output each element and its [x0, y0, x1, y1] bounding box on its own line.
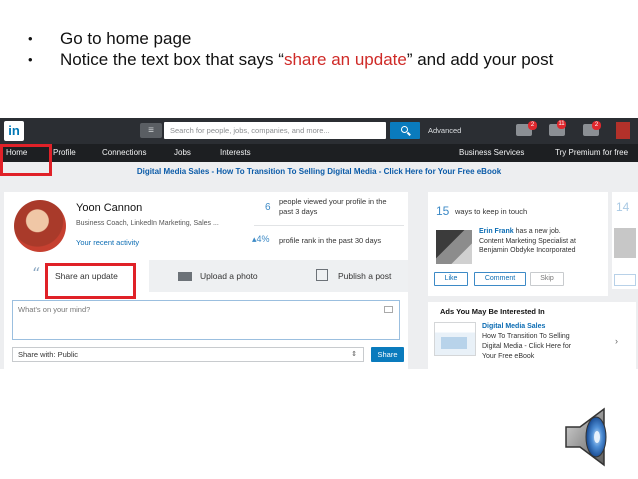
recent-activity-link[interactable]: Your recent activity [76, 238, 139, 247]
messages-badge: 2 [528, 121, 537, 130]
share-button[interactable]: Share [371, 347, 404, 362]
instruction-item: • Go to home page [28, 28, 553, 49]
add-connections-icon[interactable]: 2 [583, 121, 601, 136]
share-update-callout-box [45, 263, 136, 299]
status-update-input[interactable]: What's on your mind? [12, 300, 400, 340]
connections-badge: 2 [592, 121, 601, 130]
photo-icon [178, 272, 192, 281]
nav-interests[interactable]: Interests [220, 144, 251, 162]
top-bar: in ≡ Search for people, jobs, companies,… [0, 118, 638, 144]
search-input[interactable]: Search for people, jobs, companies, and … [164, 122, 386, 139]
menu-grid-icon[interactable]: ≡ [140, 123, 162, 138]
connection-photo[interactable] [436, 230, 472, 264]
promo-brand: Digital Media Sales [136, 167, 210, 176]
profile-name[interactable]: Yoon Cannon [76, 202, 142, 214]
like-button[interactable]: Like [434, 272, 468, 286]
keep-in-touch-label: ways to keep in touch [455, 207, 528, 216]
comment-button[interactable]: Comment [474, 272, 526, 286]
share-visibility-select[interactable]: Share with: Public ⇕ [12, 347, 364, 362]
select-arrows-icon: ⇕ [351, 351, 357, 358]
linkedin-screenshot: in ≡ Search for people, jobs, companies,… [0, 118, 638, 369]
instruction-highlight: share an update [283, 50, 407, 69]
speaker-icon[interactable] [560, 405, 624, 469]
connection-name[interactable]: Erin Frank [479, 228, 514, 235]
promo-text-end: for Your Free eBook [422, 167, 502, 176]
ad-thumbnail[interactable] [434, 322, 476, 356]
instruction-item: • Notice the text box that says “share a… [28, 49, 553, 70]
quote-icon: “ [32, 264, 41, 283]
promo-text: - How To Transition To Selling Digital M… [209, 167, 384, 176]
instruction-list: • Go to home page • Notice the text box … [28, 28, 553, 70]
divider [254, 225, 404, 226]
composer: What's on your mind? Share with: Public … [4, 292, 408, 369]
nav-jobs[interactable]: Jobs [174, 144, 191, 162]
job-update-text: Erin Frank has a new job. Content Market… [479, 228, 576, 254]
bullet-icon: • [28, 52, 33, 67]
main-nav: Home Profile Connections Jobs Interests … [0, 144, 638, 162]
nav-try-premium[interactable]: Try Premium for free [555, 144, 628, 162]
attach-image-icon[interactable] [384, 306, 393, 313]
skip-button[interactable]: Skip [530, 272, 564, 286]
profile-photo[interactable] [14, 200, 66, 252]
rank-text: profile rank in the past 30 days [279, 236, 382, 245]
messages-icon[interactable]: 2 [516, 121, 537, 136]
profile-headline: Business Coach, LinkedIn Marketing, Sale… [76, 220, 219, 227]
instruction-text: Go to home page [60, 29, 192, 48]
nav-profile[interactable]: Profile [53, 144, 76, 162]
profile-views-text: people viewed your profile in the past 3… [279, 197, 387, 216]
rank-change[interactable]: ▴4% [252, 234, 270, 245]
tab-upload-photo[interactable]: Upload a photo [149, 260, 289, 292]
bullet-icon: • [28, 31, 33, 46]
instruction-text-before: Notice the text box that says “ [60, 50, 284, 69]
profile-views-count[interactable]: 6 [265, 202, 271, 213]
chevron-right-icon[interactable]: › [615, 336, 618, 346]
profile-card: Yoon Cannon Business Coach, LinkedIn Mar… [4, 192, 408, 260]
advanced-search-link[interactable]: Advanced [428, 124, 461, 138]
promo-link[interactable]: Click Here [384, 167, 423, 176]
next-card-peek: 14 [612, 192, 638, 289]
home-callout-box [0, 144, 52, 176]
search-button[interactable] [390, 122, 420, 139]
ads-title: Ads You May Be Interested In [440, 307, 545, 316]
notifications-badge: 11 [557, 120, 566, 129]
notifications-flag-icon[interactable]: 11 [549, 120, 566, 136]
pencil-icon [316, 269, 328, 281]
keep-in-touch-count: 15 [436, 204, 450, 218]
nav-connections[interactable]: Connections [102, 144, 146, 162]
account-avatar[interactable] [616, 122, 630, 139]
nav-business-services[interactable]: Business Services [459, 144, 524, 162]
ad-text[interactable]: Digital Media Sales How To Transition To… [482, 322, 571, 362]
promo-banner[interactable]: Digital Media Sales - How To Transition … [0, 166, 638, 178]
instruction-text-after: ” and add your post [406, 50, 554, 69]
ad-headline[interactable]: Digital Media Sales [482, 322, 571, 332]
tab-publish-post[interactable]: Publish a post [289, 260, 408, 292]
linkedin-logo[interactable]: in [4, 121, 24, 141]
